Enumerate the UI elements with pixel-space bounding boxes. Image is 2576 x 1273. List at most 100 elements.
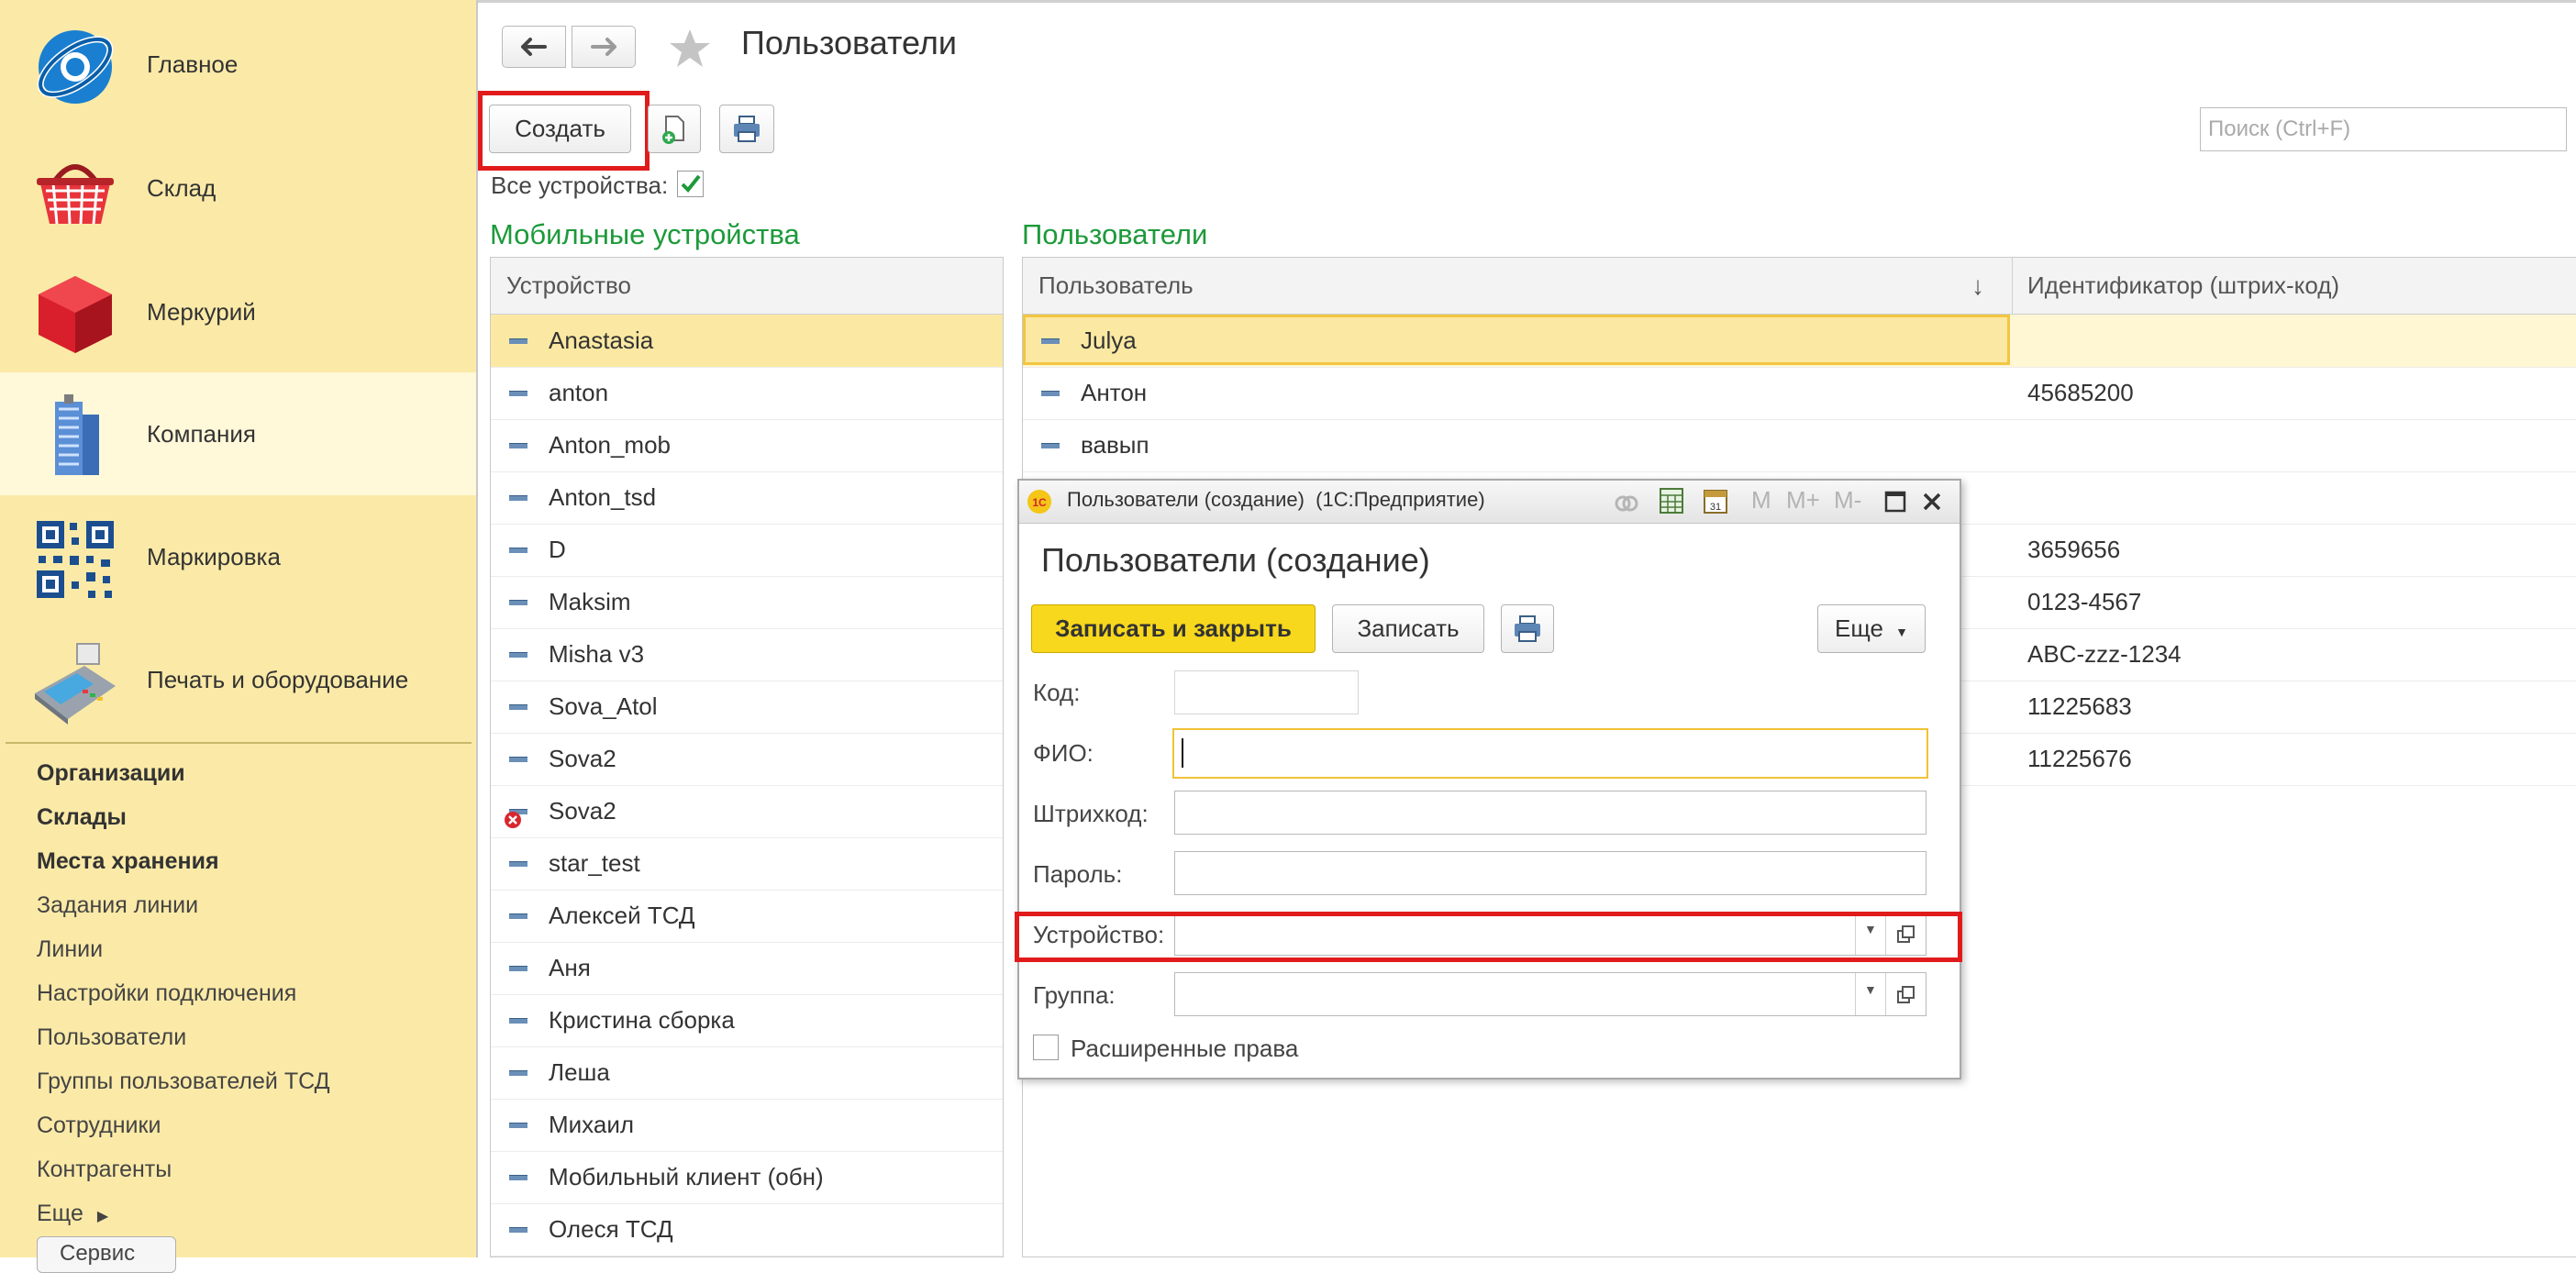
password-label: Пароль:	[1033, 860, 1123, 888]
user-barcode: 0123-4567	[2027, 588, 2142, 615]
group-field[interactable]: ▼	[1174, 972, 1926, 1016]
device-row[interactable]: Anton_tsd	[491, 471, 1003, 525]
device-row[interactable]: Олеся ТСД	[491, 1203, 1003, 1256]
nav-connection-settings[interactable]: Настройки подключения	[37, 980, 296, 1007]
section-main[interactable]: Главное	[0, 3, 476, 126]
device-name: Леша	[549, 1058, 610, 1086]
nav-more[interactable]: Еще ▶	[37, 1201, 108, 1227]
device-row[interactable]: star_test	[491, 837, 1003, 891]
service-button[interactable]: Сервис	[37, 1236, 176, 1273]
code-field[interactable]	[1174, 670, 1359, 714]
device-row[interactable]: anton	[491, 367, 1003, 420]
memory-plus-button[interactable]: M+	[1786, 486, 1820, 515]
device-name: D	[549, 536, 566, 563]
user-column-header[interactable]: Пользователь	[1038, 258, 1194, 314]
copy-button[interactable]	[648, 105, 701, 153]
dialog-window-title: Пользователи (создание) (1С:Предприятие)	[1067, 488, 1485, 511]
device-row[interactable]: Sova2	[491, 785, 1003, 838]
section-warehouse[interactable]: Склад	[0, 127, 476, 249]
section-marking[interactable]: Маркировка	[0, 495, 476, 618]
printer-icon	[734, 116, 760, 142]
nav-storage-places[interactable]: Места хранения	[37, 848, 219, 875]
barcode-column-header[interactable]: Идентификатор (штрих-код)	[2027, 258, 2339, 314]
memory-minus-button[interactable]: M-	[1834, 486, 1861, 515]
user-create-dialog: 1С Пользователи (создание) (1С:Предприят…	[1017, 479, 1961, 1079]
nav-counterparties[interactable]: Контрагенты	[37, 1157, 172, 1183]
devices-column-header[interactable]: Устройство	[506, 258, 631, 314]
dialog-print-button[interactable]	[1501, 604, 1554, 653]
close-icon[interactable]	[1920, 490, 1944, 514]
user-barcode: 45685200	[2027, 379, 2134, 406]
save-and-close-button[interactable]: Записать и закрыть	[1031, 604, 1316, 653]
save-button[interactable]: Записать	[1332, 604, 1484, 653]
section-print-equipment[interactable]: Печать и оборудование	[0, 618, 476, 741]
user-row[interactable]: Julya	[1023, 315, 2576, 368]
device-row[interactable]: Аня	[491, 942, 1003, 995]
search-placeholder: Поиск (Ctrl+F)	[2208, 116, 2351, 141]
favorite-star-icon[interactable]	[668, 28, 712, 70]
fio-label: ФИО:	[1033, 739, 1094, 767]
device-name: Аня	[549, 954, 591, 981]
device-row[interactable]: Anastasia	[491, 315, 1003, 368]
device-row[interactable]: Кристина сборка	[491, 994, 1003, 1047]
group-dropdown-icon[interactable]: ▼	[1864, 982, 1877, 997]
device-name: Maksim	[549, 588, 631, 615]
forward-button[interactable]	[572, 26, 636, 68]
nav-lines[interactable]: Линии	[37, 936, 103, 963]
maximize-icon[interactable]	[1883, 490, 1907, 514]
section-main-label: Главное	[147, 50, 239, 78]
item-marker-icon	[509, 913, 527, 919]
calendar-icon[interactable]: 31	[1702, 487, 1729, 515]
device-row[interactable]: Алексей ТСД	[491, 890, 1003, 943]
nav-users[interactable]: Пользователи	[37, 1024, 186, 1051]
device-row[interactable]: Anton_mob	[491, 419, 1003, 472]
check-icon	[681, 174, 701, 193]
open-item-icon[interactable]	[1894, 983, 1918, 1007]
print-button[interactable]	[719, 105, 774, 153]
nav-line-tasks[interactable]: Задания линии	[37, 892, 198, 919]
device-name: anton	[549, 379, 609, 406]
nav-employees[interactable]: Сотрудники	[37, 1112, 161, 1139]
sort-down-icon[interactable]: ↓	[1971, 258, 1984, 314]
selected-cell	[1023, 315, 2010, 365]
item-marker-icon	[509, 338, 527, 344]
device-name: Sova2	[549, 745, 616, 772]
extended-rights-checkbox[interactable]	[1033, 1035, 1059, 1060]
item-marker-icon	[509, 600, 527, 605]
user-row[interactable]: вавып	[1023, 419, 2576, 472]
device-name: star_test	[549, 849, 640, 877]
nav-organizations[interactable]: Организации	[37, 760, 185, 787]
section-mercury[interactable]: Меркурий	[0, 250, 476, 373]
memory-m-button[interactable]: M	[1751, 486, 1771, 515]
device-row[interactable]: Михаил	[491, 1099, 1003, 1152]
barcode-field[interactable]	[1174, 791, 1926, 835]
device-name: Михаил	[549, 1111, 635, 1138]
fio-field[interactable]	[1172, 728, 1928, 779]
item-marker-icon	[509, 1123, 527, 1128]
device-row[interactable]: Sova_Atol	[491, 681, 1003, 734]
building-icon	[55, 394, 99, 475]
top-border	[478, 0, 2576, 3]
all-devices-checkbox[interactable]	[677, 171, 704, 197]
calculator-icon[interactable]	[1658, 487, 1685, 515]
link-icon[interactable]	[1613, 489, 1640, 515]
item-marker-icon	[509, 391, 527, 396]
search-input[interactable]: Поиск (Ctrl+F)	[2200, 107, 2567, 151]
nav-tsd-user-groups[interactable]: Группы пользователей ТСД	[37, 1068, 330, 1095]
item-marker-icon	[509, 1070, 527, 1076]
password-field[interactable]	[1174, 851, 1926, 895]
device-row[interactable]: Sova2	[491, 733, 1003, 786]
section-marking-label: Маркировка	[147, 543, 281, 570]
section-company[interactable]: Компания	[0, 372, 476, 495]
device-row[interactable]: Мобильный клиент (обн)	[491, 1151, 1003, 1204]
service-button-label: Сервис	[60, 1241, 136, 1266]
device-row[interactable]: Misha v3	[491, 628, 1003, 681]
device-row[interactable]: Леша	[491, 1046, 1003, 1100]
item-marker-icon	[509, 1175, 527, 1180]
device-row[interactable]: D	[491, 524, 1003, 577]
back-button[interactable]	[502, 26, 566, 68]
device-row[interactable]: Maksim	[491, 576, 1003, 629]
nav-warehouses[interactable]: Склады	[37, 804, 127, 831]
more-button[interactable]: Еще ▼	[1817, 604, 1926, 653]
user-row[interactable]: Антон 45685200	[1023, 367, 2576, 420]
